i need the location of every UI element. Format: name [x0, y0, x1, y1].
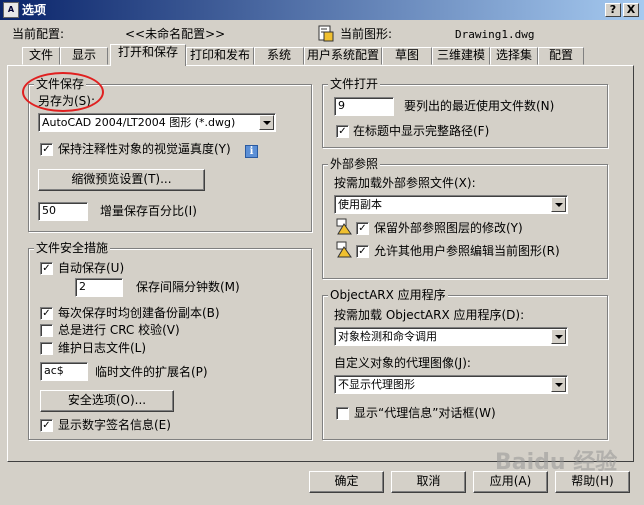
file-safety-legend: 文件安全措施 — [34, 241, 111, 255]
security-options-button[interactable]: 安全选项(O)... — [40, 390, 174, 412]
current-profile-value: <<未命名配置>> — [125, 27, 226, 41]
arx-demand-value: 对象检测和命令调用 — [338, 330, 437, 343]
proxy-image-label: 自定义对象的代理图像(J): — [334, 356, 471, 370]
crc-check-checkbox[interactable] — [40, 324, 53, 337]
autosave-label: 自动保存(U) — [58, 261, 125, 275]
autosave-interval-label: 保存间隔分钟数(M) — [136, 280, 240, 294]
log-file-checkbox[interactable] — [40, 342, 53, 355]
info-icon[interactable]: i — [245, 145, 258, 158]
tab-display[interactable]: 显示 — [60, 47, 108, 65]
tab-system[interactable]: 系统 — [254, 47, 304, 65]
backup-copy-checkbox[interactable]: ✓ — [40, 307, 53, 320]
xref-legend: 外部参照 — [328, 157, 381, 171]
objectarx-legend: ObjectARX 应用程序 — [328, 288, 448, 302]
xref-edit-icon — [336, 241, 352, 258]
save-as-select[interactable]: AutoCAD 2004/LT2004 图形 (*.dwg) — [38, 113, 276, 132]
xref-demand-label: 按需加载外部参照文件(X): — [334, 176, 476, 190]
keep-visual-fidelity-checkbox[interactable]: ✓ — [40, 143, 53, 156]
file-open-legend: 文件打开 — [328, 77, 381, 91]
temp-extension-input[interactable]: ac$ — [40, 362, 88, 381]
chevron-down-icon[interactable] — [551, 377, 566, 392]
autocad-app-icon: A — [3, 2, 19, 18]
full-path-label: 在标题中显示完整路径(F) — [353, 124, 490, 138]
drawing-icon — [318, 25, 334, 42]
current-drawing-value: Drawing1.dwg — [455, 28, 535, 41]
help-title-button[interactable]: ? — [605, 3, 621, 17]
current-drawing-label: 当前图形: — [340, 27, 393, 41]
tab-open-save[interactable]: 打开和保存 — [110, 44, 186, 66]
allow-xref-edit-label: 允许其他用户参照编辑当前图形(R) — [374, 244, 560, 258]
log-file-label: 维护日志文件(L) — [58, 341, 147, 355]
incremental-save-input[interactable]: 50 — [38, 202, 88, 221]
crc-check-label: 总是进行 CRC 校验(V) — [58, 323, 180, 337]
keep-visual-fidelity-label: 保持注释性对象的视觉逼真度(Y) — [58, 142, 231, 156]
tab-files[interactable]: 文件 — [22, 47, 60, 65]
tab-drafting[interactable]: 草图 — [382, 47, 432, 65]
chevron-down-icon[interactable] — [551, 197, 566, 212]
retain-xref-layer-label: 保留外部参照图层的修改(Y) — [374, 221, 523, 235]
highlight-circle — [22, 72, 104, 112]
close-button[interactable]: X — [623, 3, 639, 17]
save-as-value: AutoCAD 2004/LT2004 图形 (*.dwg) — [42, 116, 236, 129]
arx-demand-label: 按需加载 ObjectARX 应用程序(D): — [334, 308, 525, 322]
tab-profiles[interactable]: 配置 — [538, 47, 584, 65]
xref-layer-icon — [336, 218, 352, 235]
proxy-dialog-checkbox[interactable] — [336, 407, 349, 420]
cancel-button[interactable]: 取消 — [391, 471, 466, 493]
proxy-image-value: 不显示代理图形 — [338, 378, 415, 391]
retain-xref-layer-checkbox[interactable]: ✓ — [356, 222, 369, 235]
incremental-save-label: 增量保存百分比(I) — [100, 204, 197, 218]
xref-demand-select[interactable]: 使用副本 — [334, 195, 568, 214]
current-profile-label: 当前配置: — [12, 27, 65, 41]
chevron-down-icon[interactable] — [551, 329, 566, 344]
digital-signature-label: 显示数字签名信息(E) — [58, 418, 171, 432]
thumbnail-settings-button[interactable]: 缩微预览设置(T)... — [38, 169, 205, 191]
arx-demand-select[interactable]: 对象检测和命令调用 — [334, 327, 568, 346]
proxy-image-select[interactable]: 不显示代理图形 — [334, 375, 568, 394]
proxy-dialog-label: 显示“代理信息”对话框(W) — [354, 406, 496, 420]
tab-selection[interactable]: 选择集 — [490, 47, 538, 65]
tab-user-preferences[interactable]: 用户系统配置 — [304, 47, 382, 65]
recent-files-label: 要列出的最近使用文件数(N) — [404, 99, 555, 113]
tab-3d-modeling[interactable]: 三维建模 — [432, 47, 490, 65]
temp-extension-label: 临时文件的扩展名(P) — [95, 365, 208, 379]
autosave-checkbox[interactable]: ✓ — [40, 262, 53, 275]
title-bar — [0, 0, 644, 20]
recent-files-input[interactable]: 9 — [334, 97, 394, 116]
full-path-checkbox[interactable]: ✓ — [336, 125, 349, 138]
backup-copy-label: 每次保存时均创建备份副本(B) — [58, 306, 220, 320]
ok-button[interactable]: 确定 — [309, 471, 384, 493]
allow-xref-edit-checkbox[interactable]: ✓ — [356, 245, 369, 258]
autosave-interval-input[interactable]: 2 — [75, 278, 123, 297]
xref-demand-value: 使用副本 — [338, 198, 382, 211]
baidu-watermark: Baidu 经验 — [495, 450, 618, 475]
window-title: 选项 — [22, 3, 47, 17]
tab-plot-publish[interactable]: 打印和发布 — [186, 47, 254, 65]
chevron-down-icon[interactable] — [259, 115, 274, 130]
digital-signature-checkbox[interactable]: ✓ — [40, 419, 53, 432]
